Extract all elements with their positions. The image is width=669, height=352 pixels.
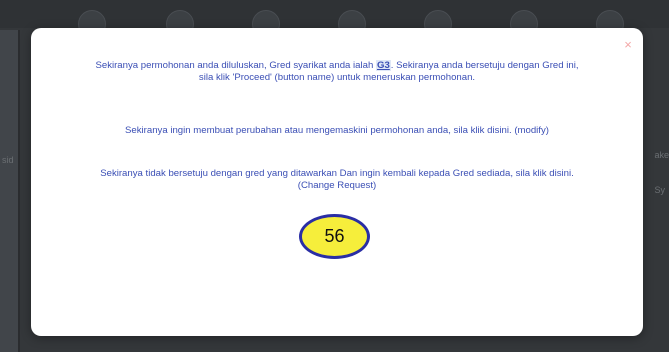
proceed-instruction: sila klik 'Proceed' (button name) untuk … [198,71,476,83]
modify-message[interactable]: Sekiranya ingin membuat perubahan atau m… [51,125,623,137]
change-request-message[interactable]: Sekiranya tidak bersetuju dengan gred ya… [51,168,623,191]
background-text-right-2: Sy [654,185,665,195]
approval-text-start: Sekiranya permohonan anda diluluskan, Gr… [95,60,376,71]
grade-confirmation-dialog: × Sekiranya permohonan anda diluluskan, … [31,28,643,336]
annotation-badge: 56 [299,214,370,259]
change-request-text: Sekiranya tidak bersetuju dengan gred ya… [100,168,574,179]
change-request-label: (Change Request) [297,179,377,191]
background-text-right: ake [654,150,669,160]
close-icon[interactable]: × [621,38,635,52]
grade-link[interactable]: G3 [375,60,391,71]
background-stepper [0,0,669,38]
annotation-number: 56 [324,226,345,246]
background-text-left: sid [2,155,14,165]
background-left-panel [0,30,20,352]
approval-message: Sekiranya permohonan anda diluluskan, Gr… [51,60,623,83]
approval-text-end: . Sekiranya anda bersetuju dengan Gred i… [390,60,579,71]
